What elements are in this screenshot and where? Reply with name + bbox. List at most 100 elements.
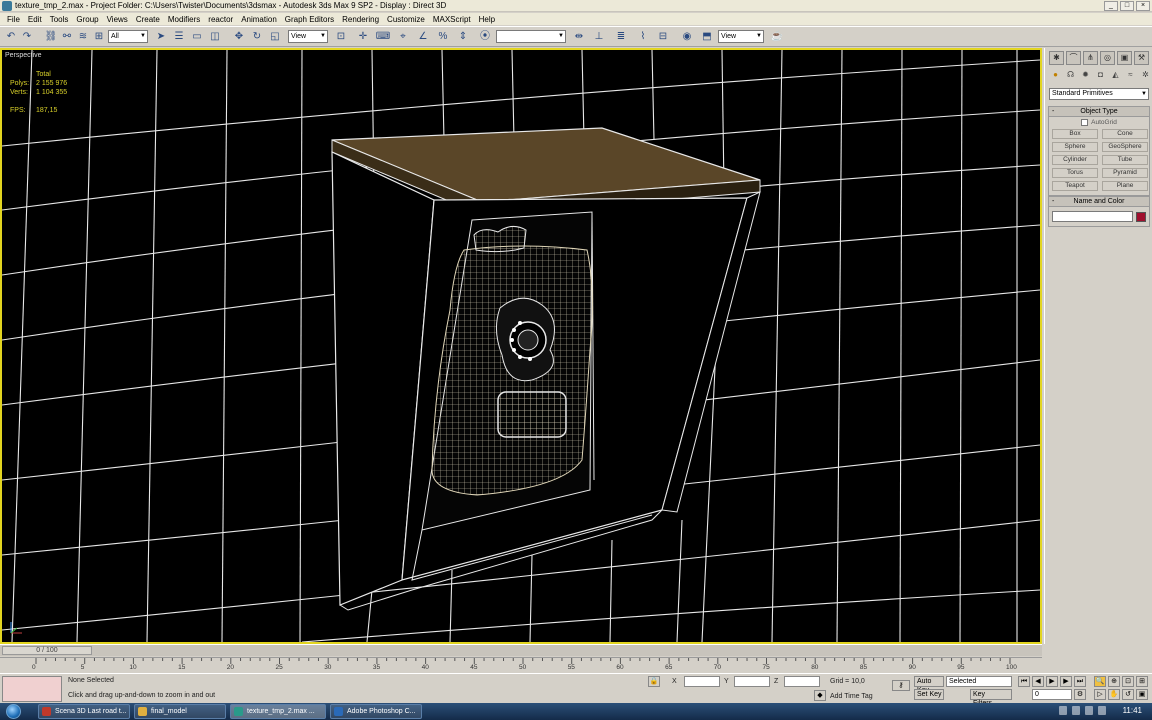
- systems-icon[interactable]: ✲: [1139, 69, 1152, 81]
- tray-icon[interactable]: [1072, 706, 1080, 715]
- maximize-button[interactable]: □: [1120, 1, 1134, 11]
- set-key-button[interactable]: Set Key: [914, 689, 944, 700]
- unlink-icon[interactable]: ⚯: [60, 30, 74, 44]
- menu-create[interactable]: Create: [132, 15, 164, 24]
- align-icon[interactable]: ⊥: [592, 30, 606, 44]
- keyboard-shortcut-icon[interactable]: ⌨: [376, 30, 390, 44]
- minimize-button[interactable]: _: [1104, 1, 1118, 11]
- snap-icon[interactable]: ⌖: [396, 30, 410, 44]
- orbit-icon[interactable]: ↺: [1122, 689, 1134, 700]
- named-selection-sets-dropdown[interactable]: [496, 30, 566, 43]
- auto-key-button[interactable]: Auto Key: [914, 676, 944, 694]
- field-of-view-icon[interactable]: ▷: [1094, 689, 1106, 700]
- autogrid-checkbox[interactable]: [1081, 119, 1089, 126]
- torus-button[interactable]: Torus: [1052, 168, 1098, 178]
- selection-filter-dropdown[interactable]: All: [108, 30, 148, 43]
- time-slider[interactable]: 0 / 100: [0, 644, 1042, 656]
- object-type-rollout-header[interactable]: - Object Type: [1049, 107, 1149, 117]
- tray-icon[interactable]: [1085, 706, 1093, 715]
- helpers-icon[interactable]: ◭: [1109, 69, 1122, 81]
- taskbar-item-final-model[interactable]: final_model: [134, 704, 226, 719]
- lock-selection-icon[interactable]: 🔒: [648, 676, 660, 687]
- taskbar-item-3dsmax[interactable]: texture_tmp_2.max ...: [230, 704, 326, 719]
- key-filters-button[interactable]: Key Filters...: [970, 689, 1012, 707]
- next-frame-icon[interactable]: ▶: [1060, 676, 1072, 687]
- time-tag-icon[interactable]: ◆: [814, 690, 826, 701]
- material-editor-icon[interactable]: ◉: [680, 30, 694, 44]
- reference-coordinate-dropdown[interactable]: View: [288, 30, 328, 43]
- current-frame-field[interactable]: 0: [1032, 689, 1072, 700]
- go-to-end-icon[interactable]: ⏭: [1074, 676, 1086, 687]
- menu-reactor[interactable]: reactor: [204, 15, 237, 24]
- key-selection-dropdown[interactable]: Selected: [946, 676, 1012, 687]
- go-to-start-icon[interactable]: ⏮: [1018, 676, 1030, 687]
- utilities-tab-icon[interactable]: ⚒: [1134, 51, 1149, 65]
- spinner-snap-icon[interactable]: ⇕: [456, 30, 470, 44]
- set-key-mode-icon[interactable]: ⚷: [892, 680, 910, 691]
- primitive-type-dropdown[interactable]: Standard Primitives: [1049, 88, 1149, 100]
- menu-help[interactable]: Help: [475, 15, 499, 24]
- menu-group[interactable]: Group: [72, 15, 102, 24]
- mirror-icon[interactable]: ⇹: [572, 30, 586, 44]
- tray-icon[interactable]: [1059, 706, 1067, 715]
- window-crossing-icon[interactable]: ◫: [208, 30, 222, 44]
- menu-rendering[interactable]: Rendering: [338, 15, 383, 24]
- taskbar-item-scena[interactable]: Scena 3D Last road t...: [38, 704, 130, 719]
- angle-snap-icon[interactable]: ∠: [416, 30, 430, 44]
- quick-render-icon[interactable]: ☕: [770, 30, 784, 44]
- tube-button[interactable]: Tube: [1102, 155, 1148, 165]
- menu-animation[interactable]: Animation: [237, 15, 281, 24]
- pyramid-button[interactable]: Pyramid: [1102, 168, 1148, 178]
- redo-icon[interactable]: ↷: [20, 30, 34, 44]
- menu-tools[interactable]: Tools: [46, 15, 73, 24]
- schematic-view-icon[interactable]: ⊟: [656, 30, 670, 44]
- track-bar[interactable]: 0 5 10 15 20 25 30 35 40 45 50 55 60 65 70 75 80 85 90 95 10…: [0, 657, 1042, 673]
- shapes-icon[interactable]: ☊: [1064, 69, 1077, 81]
- perspective-viewport[interactable]: Perspective Total Polys: 2 155 976 Verts:…: [0, 48, 1042, 644]
- add-time-tag-button[interactable]: Add Time Tag: [830, 693, 873, 700]
- maxscript-mini-listener[interactable]: [2, 676, 62, 702]
- undo-icon[interactable]: ↶: [4, 30, 18, 44]
- object-color-swatch[interactable]: [1136, 211, 1146, 222]
- zoom-extents-icon[interactable]: ⊡: [1122, 676, 1134, 687]
- modify-tab-icon[interactable]: ⌒: [1066, 51, 1081, 65]
- bind-space-warp-icon[interactable]: ≋: [76, 30, 90, 44]
- select-manipulate-icon[interactable]: ✛: [356, 30, 370, 44]
- menu-customize[interactable]: Customize: [383, 15, 429, 24]
- percent-snap-icon[interactable]: %: [436, 30, 450, 44]
- layer-manager-icon[interactable]: ≣: [614, 30, 628, 44]
- geosphere-button[interactable]: GeoSphere: [1102, 142, 1148, 152]
- render-setup-icon[interactable]: ⬒: [700, 30, 714, 44]
- menu-views[interactable]: Views: [103, 15, 132, 24]
- name-and-color-rollout-header[interactable]: - Name and Color: [1049, 197, 1149, 207]
- space-warps-icon[interactable]: ≈: [1124, 69, 1137, 81]
- scale-icon[interactable]: ◱: [268, 30, 282, 44]
- y-coordinate-field[interactable]: [734, 676, 770, 687]
- z-coordinate-field[interactable]: [784, 676, 820, 687]
- pan-icon[interactable]: ✋: [1108, 689, 1120, 700]
- maximize-viewport-icon[interactable]: ▣: [1136, 689, 1148, 700]
- sphere-button[interactable]: Sphere: [1052, 142, 1098, 152]
- move-icon[interactable]: ✥: [232, 30, 246, 44]
- named-selection-icon[interactable]: ⦿: [478, 30, 492, 44]
- time-slider-handle[interactable]: 0 / 100: [2, 646, 92, 655]
- render-view-dropdown[interactable]: View: [718, 30, 764, 43]
- link-icon[interactable]: ⛓: [44, 30, 58, 44]
- menu-modifiers[interactable]: Modifiers: [164, 15, 204, 24]
- start-button[interactable]: [6, 704, 21, 719]
- play-icon[interactable]: ▶: [1046, 676, 1058, 687]
- pivot-center-icon[interactable]: ⊡: [334, 30, 348, 44]
- cameras-icon[interactable]: ◘: [1094, 69, 1107, 81]
- zoom-icon[interactable]: 🔍: [1094, 676, 1106, 687]
- rect-region-icon[interactable]: ▭: [190, 30, 204, 44]
- teapot-button[interactable]: Teapot: [1052, 181, 1098, 191]
- box-button[interactable]: Box: [1052, 129, 1098, 139]
- cylinder-button[interactable]: Cylinder: [1052, 155, 1098, 165]
- time-configuration-icon[interactable]: ⚙: [1074, 689, 1086, 700]
- bind-icon[interactable]: ⊞: [92, 30, 106, 44]
- menu-edit[interactable]: Edit: [24, 15, 46, 24]
- menu-maxscript[interactable]: MAXScript: [429, 15, 475, 24]
- create-tab-icon[interactable]: ✱: [1049, 51, 1064, 65]
- plane-button[interactable]: Plane: [1102, 181, 1148, 191]
- rotate-icon[interactable]: ↻: [250, 30, 264, 44]
